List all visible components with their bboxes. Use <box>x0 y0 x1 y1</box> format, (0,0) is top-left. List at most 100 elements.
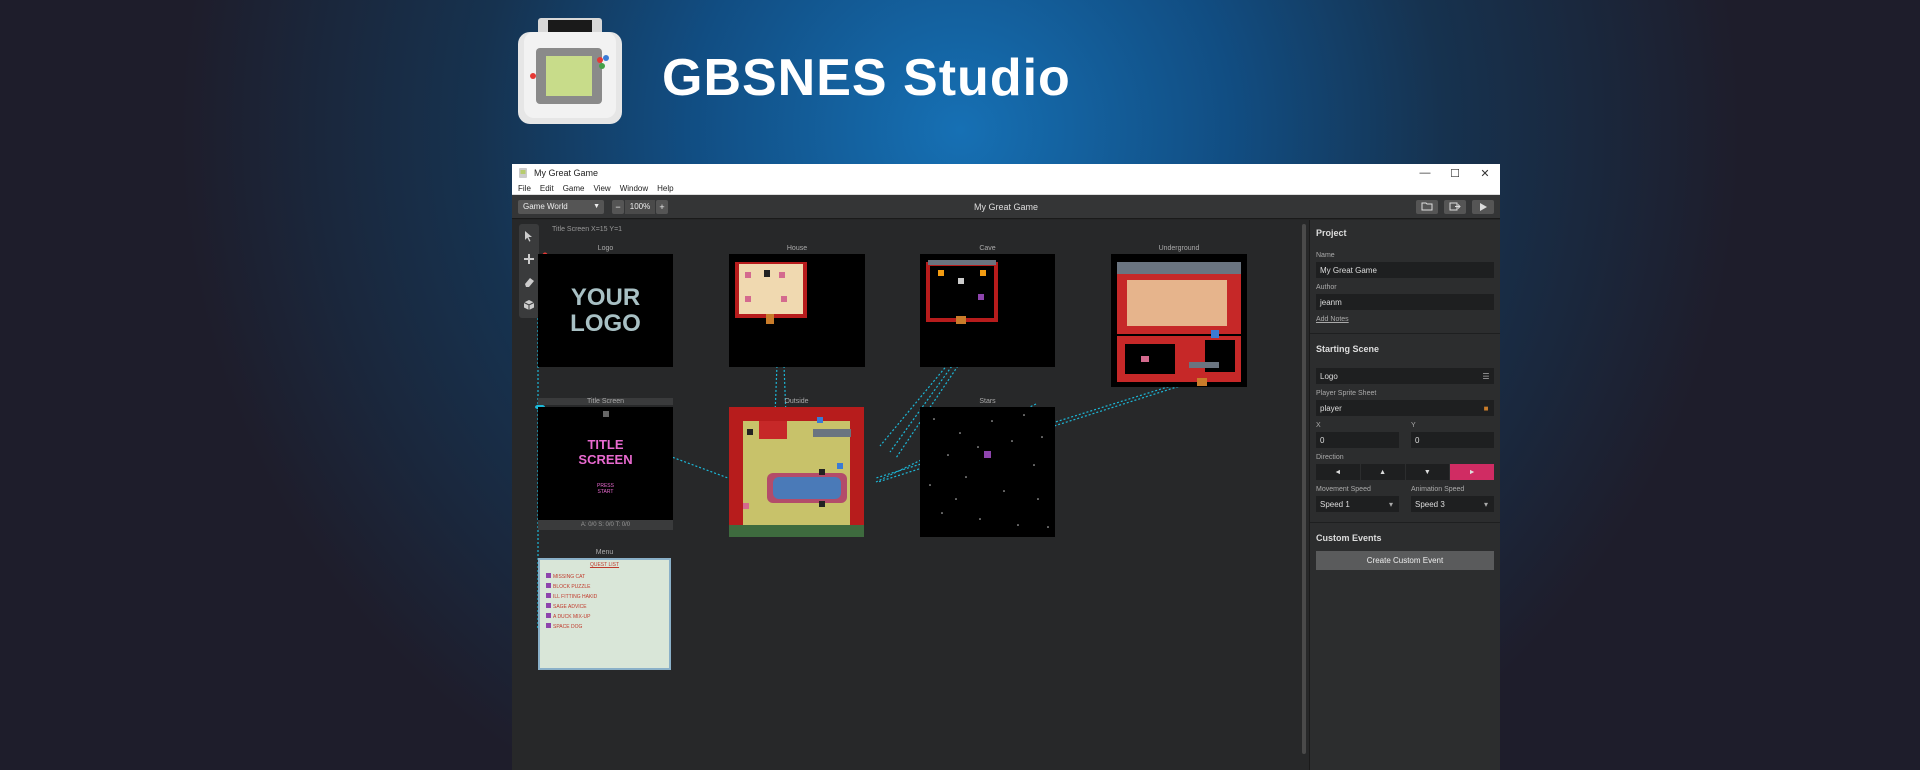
scene-title-screen[interactable]: Title Screen TITLE SCREEN PRESS START A:… <box>538 398 673 530</box>
start-text: START <box>597 489 614 495</box>
add-notes-link[interactable]: Add Notes <box>1316 316 1494 323</box>
project-heading: Project <box>1316 228 1347 238</box>
title-text-line1: TITLE <box>587 437 624 452</box>
view-select[interactable]: Game World ▼ <box>518 199 604 214</box>
movement-speed-value: Speed 1 <box>1320 499 1350 509</box>
quest-item: SPACE DOG <box>546 623 663 630</box>
scene-underground[interactable]: Underground <box>1111 245 1247 387</box>
animation-speed-select[interactable]: Speed 3 ▾ <box>1411 496 1494 512</box>
scene-preview <box>729 407 864 537</box>
zoom-out-button[interactable]: − <box>612 199 624 214</box>
canvas-scrollbar[interactable] <box>1302 224 1306 754</box>
scene-logo[interactable]: Logo YOUR LOGO <box>538 245 673 367</box>
cube-icon <box>523 300 535 310</box>
scene-preview <box>1111 254 1247 387</box>
divider <box>1310 333 1500 334</box>
x-field[interactable]: 0 <box>1316 432 1399 448</box>
sprite-select[interactable]: player ■ <box>1316 400 1494 416</box>
window-titlebar: My Great Game — ☐ ✕ <box>512 164 1500 182</box>
menu-view[interactable]: View <box>593 184 610 193</box>
zoom-in-button[interactable]: + <box>656 199 668 214</box>
add-tool[interactable] <box>521 250 537 268</box>
open-folder-button[interactable] <box>1416 199 1438 214</box>
list-icon: ☰ <box>1482 371 1490 381</box>
export-icon <box>1449 202 1461 211</box>
toolbar: Game World ▼ − 100% + My Great Game <box>512 195 1500 219</box>
brand-title: GBSNES Studio <box>662 49 1071 107</box>
scene-menu[interactable]: Menu QUEST LIST MISSING CAT BLOCK PUZZLE… <box>538 549 671 670</box>
starting-scene-value: Logo <box>1320 371 1338 381</box>
export-button[interactable] <box>1444 199 1466 214</box>
maximize-icon[interactable]: ☐ <box>1440 164 1470 182</box>
main-area: Title Screen X=15 Y=1 Logo YOUR LOGO Hou… <box>512 220 1500 770</box>
window-title: My Great Game <box>534 168 599 178</box>
quest-item: ILL FITTING HAKID <box>546 593 663 600</box>
quest-item: A DUCK MIX-UP <box>546 613 663 620</box>
select-tool[interactable] <box>521 227 537 245</box>
starting-scene-select[interactable]: Logo ☰ <box>1316 368 1494 384</box>
menu-help[interactable]: Help <box>657 184 673 193</box>
author-field[interactable]: jeanm <box>1316 294 1494 310</box>
movement-speed-label: Movement Speed <box>1316 486 1371 493</box>
quest-item: MISSING CAT <box>546 573 663 580</box>
gameboy-cartridge-icon <box>518 18 622 124</box>
scene-preview <box>729 254 865 367</box>
scene-preview: TITLE SCREEN PRESS START <box>538 407 673 520</box>
scene-label: Logo <box>597 245 614 252</box>
y-field[interactable]: 0 <box>1411 432 1494 448</box>
eraser-icon <box>525 278 534 287</box>
menu-window[interactable]: Window <box>620 184 648 193</box>
y-label: Y <box>1411 422 1416 429</box>
scene-label: Underground <box>1158 245 1200 252</box>
quest-item: BLOCK PUZZLE <box>546 583 663 590</box>
zoom-control: − 100% + <box>612 199 668 214</box>
title-text-line2: SCREEN <box>578 452 633 467</box>
direction-label: Direction <box>1316 454 1344 461</box>
name-label: Name <box>1316 252 1335 259</box>
minimize-icon[interactable]: — <box>1410 164 1440 182</box>
scene-preview <box>920 407 1055 537</box>
sprite-label: Player Sprite Sheet <box>1316 390 1377 397</box>
block-tool[interactable] <box>521 296 537 314</box>
view-select-value: Game World <box>523 202 568 211</box>
scene-stars[interactable]: Stars <box>920 398 1055 537</box>
direction-up-button[interactable]: ▲ <box>1360 464 1405 480</box>
close-icon[interactable]: ✕ <box>1470 164 1500 182</box>
logo-text-line1: YOUR <box>570 283 641 311</box>
tool-palette <box>519 224 539 318</box>
direction-right-button[interactable]: ► <box>1450 464 1494 480</box>
sprite-icon: ■ <box>1483 403 1489 413</box>
play-icon <box>1480 202 1487 211</box>
menu-edit[interactable]: Edit <box>540 184 554 193</box>
scene-house[interactable]: House <box>729 245 865 367</box>
menu-heading: QUEST LIST <box>589 562 620 568</box>
direction-picker: ◄ ▲ ▼ ► <box>1316 464 1494 480</box>
menu-game[interactable]: Game <box>563 184 585 193</box>
scene-label: Stars <box>979 398 996 405</box>
scene-outside[interactable]: Outside <box>729 398 864 537</box>
scene-label: Cave <box>979 245 996 252</box>
direction-left-button[interactable]: ◄ <box>1316 464 1360 480</box>
direction-down-button[interactable]: ▼ <box>1405 464 1450 480</box>
scene-cave[interactable]: Cave <box>920 245 1055 367</box>
folder-icon <box>1421 202 1433 211</box>
movement-speed-select[interactable]: Speed 1 ▾ <box>1316 496 1399 512</box>
properties-sidebar: Project Name My Great Game Author jeanm … <box>1309 220 1500 770</box>
scene-label: Outside <box>784 398 809 405</box>
x-label: X <box>1316 422 1321 429</box>
world-canvas[interactable]: Title Screen X=15 Y=1 Logo YOUR LOGO Hou… <box>512 220 1309 770</box>
play-button[interactable] <box>1472 199 1494 214</box>
starfield <box>929 414 1049 528</box>
quest-item: SAGE ADVICE <box>546 603 663 610</box>
eraser-tool[interactable] <box>521 273 537 291</box>
app-icon <box>519 168 527 178</box>
cursor-icon <box>525 231 532 242</box>
animation-speed-label: Animation Speed <box>1411 486 1465 493</box>
menu-bar: File Edit Game View Window Help <box>512 182 1500 195</box>
menu-file[interactable]: File <box>518 184 531 193</box>
name-field[interactable]: My Great Game <box>1316 262 1494 278</box>
scene-label: Title Screen <box>538 398 673 405</box>
mini-icon <box>602 411 609 417</box>
chevron-down-icon: ▼ <box>593 203 600 210</box>
create-custom-event-button[interactable]: Create Custom Event <box>1316 551 1494 570</box>
